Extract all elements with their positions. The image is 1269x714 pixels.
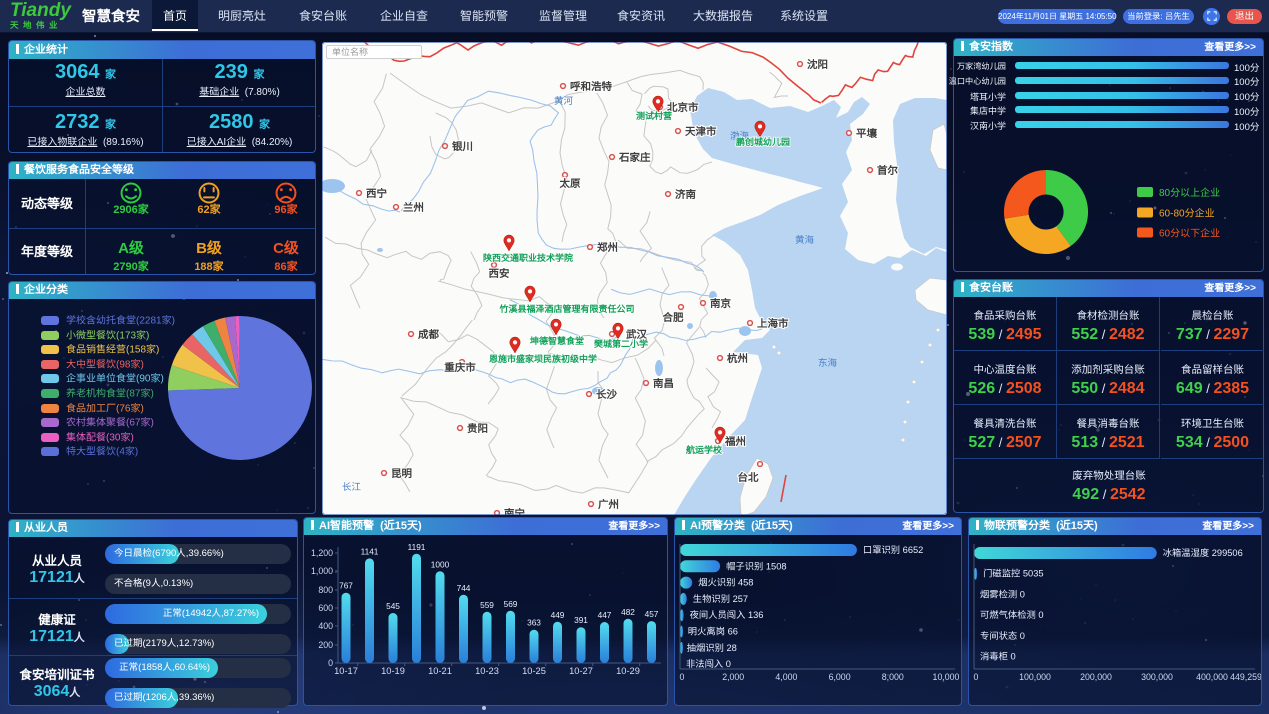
svg-text:559: 559 — [480, 600, 494, 610]
svg-text:100,000: 100,000 — [1019, 672, 1051, 682]
svg-text:门磁监控 5035: 门磁监控 5035 — [983, 569, 1043, 579]
svg-text:10-21: 10-21 — [428, 666, 452, 676]
svg-text:400: 400 — [318, 621, 333, 631]
svg-text:消毒柜 0: 消毒柜 0 — [980, 652, 1016, 662]
svg-text:冰箱温湿度 299506: 冰箱温湿度 299506 — [1163, 548, 1243, 558]
svg-text:1,200: 1,200 — [311, 548, 333, 558]
svg-text:10-17: 10-17 — [334, 666, 358, 676]
svg-text:457: 457 — [645, 609, 659, 619]
svg-text:600: 600 — [318, 603, 333, 613]
svg-text:台北: 台北 — [738, 471, 759, 484]
svg-text:杭州: 杭州 — [727, 352, 748, 365]
svg-text:可燃气体检测 0: 可燃气体检测 0 — [980, 610, 1044, 620]
svg-text:0: 0 — [328, 658, 333, 668]
svg-text:400,000: 400,000 — [1196, 672, 1228, 682]
svg-text:航运学校: 航运学校 — [686, 445, 723, 455]
svg-text:西安: 西安 — [489, 267, 510, 280]
svg-text:482: 482 — [621, 607, 635, 617]
svg-text:合肥: 合肥 — [662, 311, 684, 324]
svg-text:鹏创城幼儿园: 鹏创城幼儿园 — [736, 137, 790, 147]
svg-text:陕西交通职业技术学院: 陕西交通职业技术学院 — [483, 253, 573, 263]
svg-text:10,000: 10,000 — [933, 672, 960, 682]
svg-text:测试村营: 测试村营 — [636, 111, 672, 121]
svg-text:黄河: 黄河 — [554, 96, 574, 107]
svg-text:专间状态 0: 专间状态 0 — [980, 631, 1025, 641]
svg-text:西宁: 西宁 — [366, 187, 387, 200]
svg-text:抽烟识别 28: 抽烟识别 28 — [687, 643, 737, 653]
svg-text:363: 363 — [527, 618, 541, 628]
svg-text:449,259: 449,259 — [1230, 672, 1261, 682]
svg-text:太原: 太原 — [559, 177, 581, 190]
svg-text:石家庄: 石家庄 — [618, 151, 651, 164]
svg-text:福州: 福州 — [724, 435, 746, 448]
svg-text:1000: 1000 — [431, 559, 450, 569]
svg-text:济南: 济南 — [675, 188, 696, 201]
svg-text:6,000: 6,000 — [829, 672, 851, 682]
svg-text:0: 0 — [974, 672, 979, 682]
svg-text:天津市: 天津市 — [685, 125, 717, 138]
svg-text:烟火识别 458: 烟火识别 458 — [698, 578, 753, 588]
svg-text:569: 569 — [504, 599, 518, 609]
svg-text:郑州: 郑州 — [597, 241, 618, 254]
svg-text:545: 545 — [386, 601, 400, 611]
svg-text:重庆市: 重庆市 — [444, 361, 476, 374]
svg-text:2,000: 2,000 — [722, 672, 744, 682]
svg-text:长江: 长江 — [342, 482, 362, 493]
svg-text:烟雾检测 0: 烟雾检测 0 — [980, 589, 1025, 599]
svg-text:10-29: 10-29 — [616, 666, 640, 676]
svg-text:南昌: 南昌 — [653, 377, 674, 390]
svg-text:200: 200 — [318, 640, 333, 650]
svg-text:10-19: 10-19 — [381, 666, 405, 676]
svg-text:明火离岗 66: 明火离岗 66 — [688, 627, 738, 637]
svg-text:平壤: 平壤 — [856, 127, 877, 140]
svg-text:767: 767 — [339, 581, 353, 591]
svg-text:1191: 1191 — [408, 542, 426, 552]
svg-text:沈阳: 沈阳 — [807, 58, 828, 71]
svg-text:南宁: 南宁 — [504, 507, 525, 515]
svg-text:南京: 南京 — [710, 297, 731, 310]
svg-text:800: 800 — [318, 585, 333, 595]
svg-text:10-27: 10-27 — [569, 666, 593, 676]
svg-text:449: 449 — [551, 610, 565, 620]
svg-text:10-25: 10-25 — [522, 666, 546, 676]
svg-text:帽子识别 1508: 帽子识别 1508 — [726, 561, 786, 571]
svg-text:贵阳: 贵阳 — [467, 422, 488, 435]
svg-text:4,000: 4,000 — [775, 672, 797, 682]
svg-text:0: 0 — [680, 672, 685, 682]
svg-text:兰州: 兰州 — [403, 201, 424, 214]
svg-text:银川: 银川 — [452, 140, 473, 153]
svg-text:广州: 广州 — [598, 498, 619, 511]
svg-text:黄海: 黄海 — [795, 235, 815, 246]
svg-text:夜间人员闯入 136: 夜间人员闯入 136 — [690, 610, 764, 620]
svg-text:长沙: 长沙 — [596, 389, 617, 401]
svg-text:1141: 1141 — [361, 546, 379, 556]
svg-text:恩施市盛家坝民族初级中学: 恩施市盛家坝民族初级中学 — [489, 354, 597, 364]
svg-text:非法闯入 0: 非法闯入 0 — [686, 659, 731, 669]
svg-text:樊城第二小学: 樊城第二小学 — [594, 339, 648, 349]
svg-text:东海: 东海 — [818, 357, 838, 369]
svg-text:竹溪县福泽酒店管理有限责任公司: 竹溪县福泽酒店管理有限责任公司 — [498, 304, 634, 314]
svg-text:生物识别 257: 生物识别 257 — [693, 594, 748, 604]
svg-text:10-23: 10-23 — [475, 666, 499, 676]
svg-text:744: 744 — [457, 583, 471, 593]
svg-text:200,000: 200,000 — [1080, 672, 1112, 682]
svg-text:8,000: 8,000 — [882, 672, 904, 682]
svg-text:口罩识别 6652: 口罩识别 6652 — [863, 545, 923, 555]
svg-text:60-80分企业: 60-80分企业 — [1159, 208, 1215, 220]
svg-text:300,000: 300,000 — [1141, 672, 1173, 682]
svg-text:447: 447 — [598, 610, 612, 620]
svg-text:呼和浩特: 呼和浩特 — [570, 80, 612, 93]
svg-text:1,000: 1,000 — [311, 566, 333, 576]
svg-text:60分以下企业: 60分以下企业 — [1159, 228, 1220, 240]
svg-text:上海市: 上海市 — [757, 317, 789, 330]
svg-text:昆明: 昆明 — [391, 468, 412, 480]
svg-text:成都: 成都 — [418, 328, 439, 341]
svg-text:391: 391 — [574, 615, 588, 625]
svg-text:首尔: 首尔 — [877, 164, 898, 177]
svg-text:80分以上企业: 80分以上企业 — [1159, 187, 1220, 199]
svg-text:坤德智慧食堂: 坤德智慧食堂 — [530, 336, 584, 346]
